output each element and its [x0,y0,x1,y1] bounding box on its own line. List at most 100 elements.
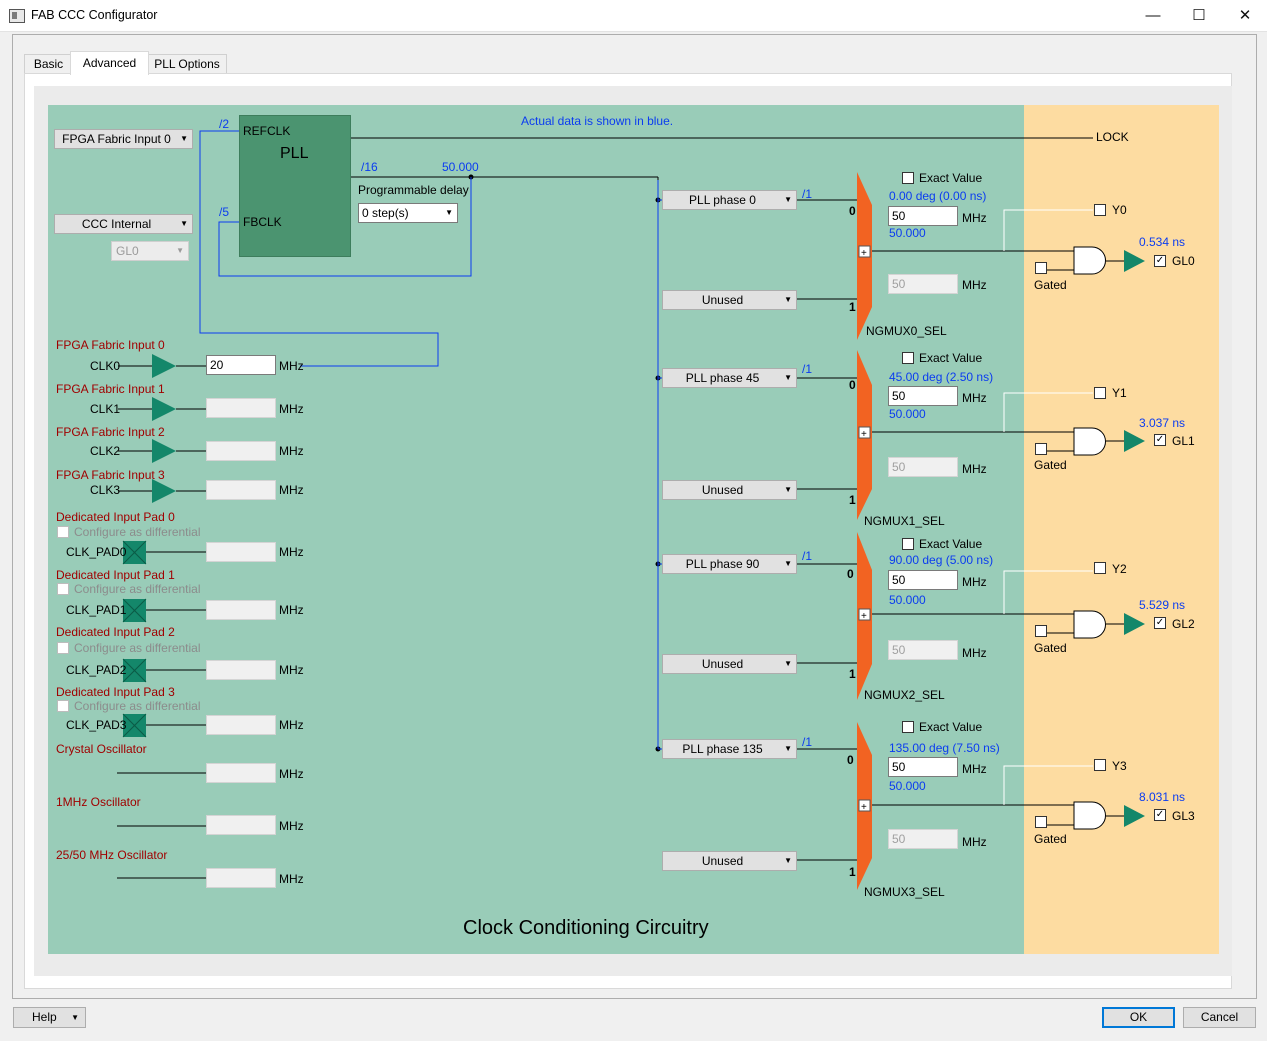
pad-3-diff-checkbox [57,700,69,712]
lock-label: LOCK [1096,130,1129,144]
output-2-freq1: 50 [888,640,958,660]
fabric-input-0-freq[interactable]: 20 [206,355,276,375]
pad-1-diff-label: Configure as differential [74,582,201,596]
mhz-label: MHz [962,211,987,225]
mhz-label: MHz [279,872,304,886]
output-2-phase-deg: 90.00 deg (5.00 ns) [889,553,994,567]
fabric-input-3-title: FPGA Fabric Input 3 [56,468,165,482]
gl-checkbox-2[interactable]: ✓ [1154,617,1166,629]
cancel-button[interactable]: Cancel [1183,1007,1256,1028]
mhz-label: MHz [279,767,304,781]
output-1-div: /1 [802,362,813,376]
y-label-3: Y3 [1112,759,1127,773]
unused-select-3[interactable]: Unused ▼ [662,851,797,871]
phase-select-1[interactable]: PLL phase 45 ▼ [662,368,797,388]
svg-text:+: + [861,611,867,622]
mux-2-sel1: 1 [849,667,856,681]
exact-value-checkbox-1[interactable] [902,352,914,364]
fabric-input-1-freq [206,398,276,418]
gated-checkbox-0[interactable] [1035,262,1047,274]
mux-2-sel0: 0 [847,567,854,581]
fabric-input-3-freq [206,480,276,500]
exact-value-label-1: Exact Value [919,351,983,365]
exact-value-checkbox-3[interactable] [902,721,914,733]
fb-source-select[interactable]: CCC Internal ▼ [54,214,193,234]
output-1-phase-deg: 45.00 deg (2.50 ns) [889,370,994,384]
gated-checkbox-3[interactable] [1035,816,1047,828]
fabric-input-1-clk: CLK1 [90,402,121,416]
output-0-div: /1 [802,187,813,201]
pad-1-title: Dedicated Input Pad 1 [56,568,175,582]
mhz-label: MHz [279,402,304,416]
mux-3-sel1: 1 [849,865,856,879]
fabric-input-1-title: FPGA Fabric Input 1 [56,382,165,396]
pad-2-clk: CLK_PAD2 [66,663,127,677]
mux-3-sel0: 0 [847,753,854,767]
mux-1-sel0: 0 [849,378,856,392]
ref-source-select[interactable]: FPGA Fabric Input 0 ▼ [54,129,193,149]
output-0-freq1: 50 [888,274,958,294]
output-3-freq1: 50 [888,829,958,849]
pad-2-title: Dedicated Input Pad 2 [56,625,175,639]
output-2-div: /1 [802,549,813,563]
y-checkbox-1[interactable] [1094,387,1106,399]
phase-select-2[interactable]: PLL phase 90 ▼ [662,554,797,574]
unused-select-2[interactable]: Unused ▼ [662,654,797,674]
ok-button[interactable]: OK [1102,1007,1175,1028]
fabric-input-3-clk: CLK3 [90,483,121,497]
gl-label-1: GL1 [1172,434,1195,448]
gl-checkbox-1[interactable]: ✓ [1154,434,1166,446]
output-3-freq[interactable]: 50 [888,757,958,777]
y-checkbox-0[interactable] [1094,204,1106,216]
unused-select-1[interactable]: Unused ▼ [662,480,797,500]
pad-3-clk: CLK_PAD3 [66,718,127,732]
svg-text:+: + [861,802,867,813]
exact-value-label-3: Exact Value [919,720,983,734]
output-3-div: /1 [802,735,813,749]
mhz-label: MHz [279,359,304,373]
exact-value-checkbox-0[interactable] [902,172,914,184]
tab-advanced[interactable]: Advanced [70,51,149,75]
osc-1mhz-freq [206,815,276,835]
output-0-freq[interactable]: 50 [888,206,958,226]
gated-checkbox-1[interactable] [1035,443,1047,455]
mux-1-label: NGMUX1_SEL [864,514,945,528]
output-2-delay: 5.529 ns [1139,598,1186,612]
delay-label: Programmable delay [358,183,469,197]
gl-label-0: GL0 [1172,254,1195,268]
mhz-label: MHz [962,762,987,776]
pll-out-freq: 50.000 [442,160,479,174]
mhz-label: MHz [279,545,304,559]
output-1-freq[interactable]: 50 [888,386,958,406]
output-3-delay: 8.031 ns [1139,790,1186,804]
y-checkbox-3[interactable] [1094,759,1106,771]
output-1-freq1: 50 [888,457,958,477]
phase-select-3[interactable]: PLL phase 135 ▼ [662,739,797,759]
delay-select[interactable]: 0 step(s) ▼ [358,203,458,223]
pad-3-diff-label: Configure as differential [74,699,201,713]
mux-3-label: NGMUX3_SEL [864,885,945,899]
wiring-diagram: + + + + [117,130,1145,890]
output-0-actual: 50.000 [889,226,926,240]
fb-divider: /5 [219,205,230,219]
mhz-label: MHz [962,575,987,589]
gl-label-2: GL2 [1172,617,1195,631]
exact-value-checkbox-2[interactable] [902,538,914,550]
output-1-delay: 3.037 ns [1139,416,1186,430]
fabric-input-2-freq [206,441,276,461]
output-3-actual: 50.000 [889,779,926,793]
mhz-label: MHz [962,646,987,660]
pad-0-title: Dedicated Input Pad 0 [56,510,175,524]
help-button[interactable]: Help ▼ [13,1007,86,1028]
fabric-input-0-clk: CLK0 [90,359,121,373]
info-text: Actual data is shown in blue. [521,114,674,128]
output-2-freq[interactable]: 50 [888,570,958,590]
gl-checkbox-3[interactable]: ✓ [1154,809,1166,821]
unused-select-0[interactable]: Unused ▼ [662,290,797,310]
gl-checkbox-0[interactable]: ✓ [1154,255,1166,267]
y-checkbox-2[interactable] [1094,562,1106,574]
gated-checkbox-2[interactable] [1035,625,1047,637]
fb-gl-select: GL0 ▼ [111,241,189,261]
output-0-phase-deg: 0.00 deg (0.00 ns) [889,189,987,203]
phase-select-0[interactable]: PLL phase 0 ▼ [662,190,797,210]
